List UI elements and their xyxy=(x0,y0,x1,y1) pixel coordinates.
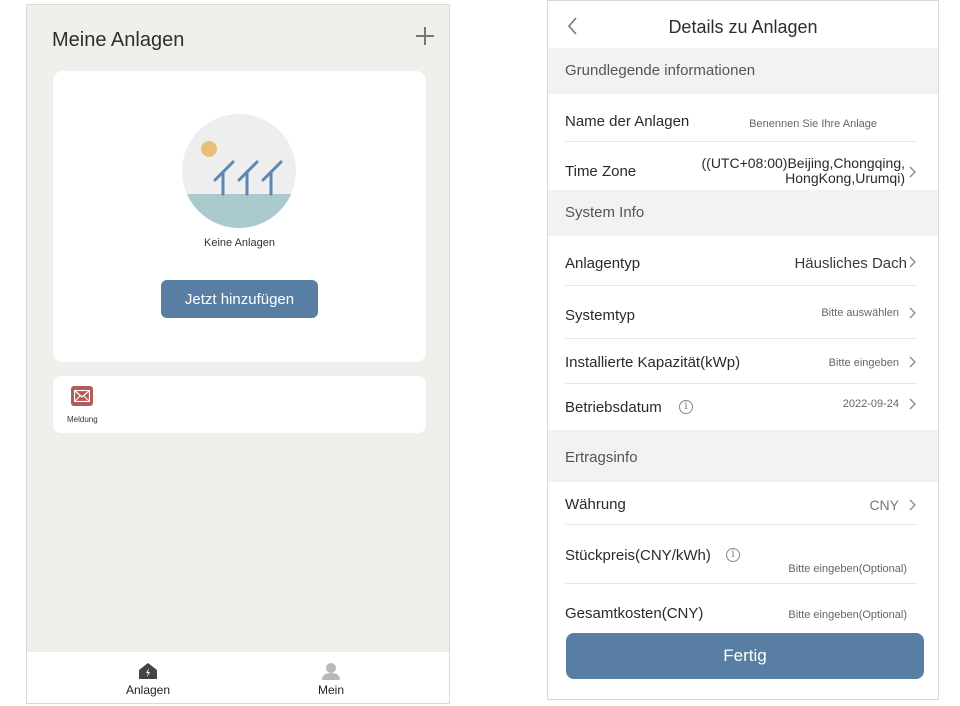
plant-details-screen: Details zu Anlagen Grundlegende informat… xyxy=(547,0,939,700)
row-installed-capacity[interactable]: Installierte Kapazität(kWp) Bitte eingeb… xyxy=(565,340,917,384)
row-label: Gesamtkosten(CNY) xyxy=(565,605,704,622)
row-label: Stückpreis(CNY/kWh) xyxy=(565,547,711,564)
divider xyxy=(565,338,917,339)
capacity-input[interactable]: Bitte eingeben xyxy=(829,357,899,369)
solar-panels-illustration xyxy=(182,114,296,228)
user-icon xyxy=(322,663,340,680)
divider xyxy=(565,583,917,584)
row-label: Installierte Kapazität(kWp) xyxy=(565,354,741,371)
add-plant-plus-icon[interactable] xyxy=(414,25,436,47)
row-currency[interactable]: Währung CNY xyxy=(565,483,917,525)
row-plant-type[interactable]: Anlagentyp Häusliches Dach xyxy=(565,237,917,286)
empty-plants-card: Keine Anlagen Jetzt hinzufügen xyxy=(53,71,426,362)
operation-date-value[interactable]: 2022-09-24 xyxy=(843,398,899,410)
divider xyxy=(565,524,917,525)
divider xyxy=(565,383,917,384)
row-unit-price[interactable]: Stückpreis(CNY/kWh) i Bitte eingeben(Opt… xyxy=(565,526,917,584)
plant-type-value: Häusliches Dach xyxy=(794,255,907,272)
section-basic-info: Grundlegende informationen xyxy=(548,48,938,94)
row-system-type[interactable]: Systemtyp Bitte auswählen xyxy=(565,287,917,339)
unit-price-input[interactable]: Bitte eingeben(Optional) xyxy=(788,563,907,575)
time-zone-line-1: ((UTC+08:00)Beijing,Chongqing, xyxy=(701,155,906,171)
message-card[interactable]: Meldung xyxy=(53,376,426,433)
chevron-right-icon xyxy=(909,499,916,511)
tab-label: Mein xyxy=(317,683,344,697)
row-total-cost[interactable]: Gesamtkosten(CNY) Bitte eingeben(Optiona… xyxy=(565,585,917,631)
page-title: Details zu Anlagen xyxy=(668,17,818,37)
plants-screen: Meine Anlagen Keine Anlagen Jetzt hinzuf… xyxy=(26,4,450,704)
row-label: Time Zone xyxy=(565,163,637,180)
time-zone-value: ((UTC+08:00)Beijing,Chongqing, HongKong,… xyxy=(665,155,906,186)
section-system-info: System Info xyxy=(548,190,938,236)
row-label: Systemtyp xyxy=(565,307,636,324)
envelope-icon xyxy=(71,386,93,406)
row-label: Anlagentyp xyxy=(565,255,641,272)
system-type-select[interactable]: Bitte auswählen xyxy=(821,307,899,319)
info-icon[interactable]: i xyxy=(679,400,693,414)
row-label: Währung xyxy=(565,496,626,513)
bottom-tab-bar: Anlagen Mein xyxy=(27,651,449,703)
row-plant-name[interactable]: Name der Anlagen Benennen Sie Ihre Anlag… xyxy=(565,94,917,142)
message-label: Meldung xyxy=(67,415,98,424)
time-zone-line-2: HongKong,Urumqi) xyxy=(785,170,905,186)
section-yield-info: Ertragsinfo xyxy=(548,430,938,482)
row-operation-date[interactable]: Betriebsdatum i 2022-09-24 xyxy=(565,385,917,429)
empty-state-text: Keine Anlagen xyxy=(204,237,275,249)
chevron-right-icon xyxy=(909,166,916,178)
tab-label: Anlagen xyxy=(125,683,171,697)
plant-name-input[interactable]: Benennen Sie Ihre Anlage xyxy=(749,118,877,130)
info-icon[interactable]: i xyxy=(726,548,740,562)
chevron-right-icon xyxy=(909,356,916,368)
chevron-right-icon xyxy=(909,307,916,319)
row-time-zone[interactable]: Time Zone ((UTC+08:00)Beijing,Chongqing,… xyxy=(565,142,917,189)
done-button[interactable]: Fertig xyxy=(566,633,924,679)
add-now-button[interactable]: Jetzt hinzufügen xyxy=(161,280,318,318)
chevron-right-icon xyxy=(909,398,916,410)
page-title: Meine Anlagen xyxy=(52,29,185,51)
tab-mine[interactable]: Mein xyxy=(271,652,391,703)
divider xyxy=(565,285,917,286)
row-label: Betriebsdatum xyxy=(565,399,662,416)
row-label: Name der Anlagen xyxy=(565,113,690,130)
chevron-right-icon xyxy=(909,256,916,268)
total-cost-input[interactable]: Bitte eingeben(Optional) xyxy=(788,609,907,621)
tab-plants[interactable]: Anlagen xyxy=(88,652,208,703)
currency-value: CNY xyxy=(869,497,899,513)
home-bolt-icon xyxy=(139,663,157,679)
